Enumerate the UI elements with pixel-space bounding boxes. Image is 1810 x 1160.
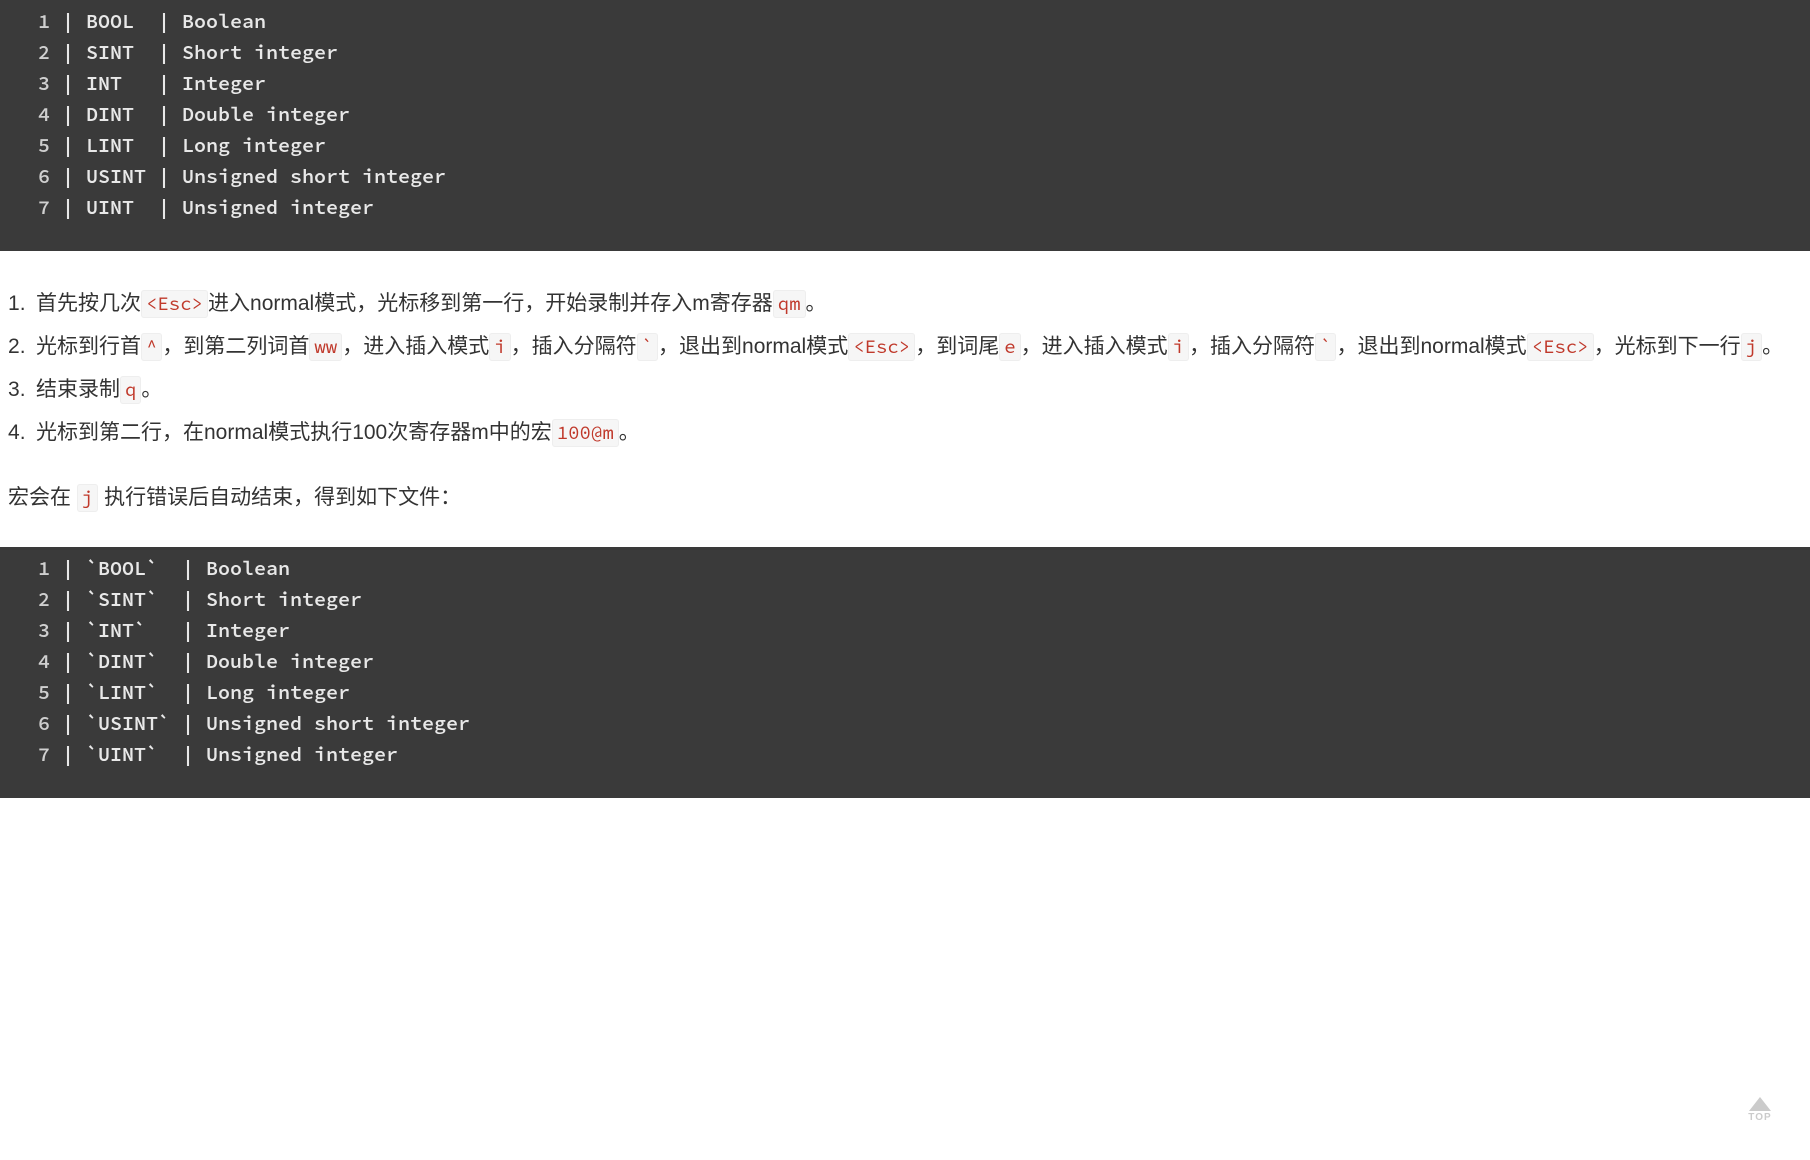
key-code: e <box>999 333 1020 361</box>
key-code: q <box>120 376 141 404</box>
line-number: 2 <box>0 584 62 615</box>
line-number: 5 <box>0 130 62 161</box>
code-text: | `LINT` | Long integer <box>62 677 1810 708</box>
code-text: | `USINT` | Unsigned short integer <box>62 708 1810 739</box>
code-line: 1| `BOOL` | Boolean <box>0 553 1810 584</box>
line-number: 1 <box>0 553 62 584</box>
key-code: i <box>489 333 510 361</box>
step-item: 首先按几次<Esc>进入normal模式，光标移到第一行，开始录制并存入m寄存器… <box>8 285 1802 324</box>
line-number: 6 <box>0 708 62 739</box>
code-text: | `INT` | Integer <box>62 615 1810 646</box>
code-block-before: 1| BOOL | Boolean2| SINT | Short integer… <box>0 0 1810 251</box>
code-text: | `SINT` | Short integer <box>62 584 1810 615</box>
key-code: i <box>1168 333 1189 361</box>
code-text: | SINT | Short integer <box>62 37 1810 68</box>
code-text: | `UINT` | Unsigned integer <box>62 739 1810 770</box>
key-code: ww <box>309 333 342 361</box>
back-to-top-button[interactable]: TOP <box>1738 1090 1782 1134</box>
text-run: ，到词尾 <box>915 335 999 358</box>
line-number: 4 <box>0 99 62 130</box>
key-code: <Esc> <box>1527 333 1594 361</box>
line-number: 6 <box>0 161 62 192</box>
steps-list: 首先按几次<Esc>进入normal模式，光标移到第一行，开始录制并存入m寄存器… <box>8 285 1802 452</box>
text-run: ，退出到normal模式 <box>1336 335 1526 358</box>
code-line: 7| `UINT` | Unsigned integer <box>0 739 1810 770</box>
step-item: 光标到第二行，在normal模式执行100次寄存器m中的宏100@m。 <box>8 414 1802 453</box>
text-run: 。 <box>619 421 640 444</box>
code-text: | LINT | Long integer <box>62 130 1810 161</box>
code-line: 5| `LINT` | Long integer <box>0 677 1810 708</box>
text-run: ，到第二列词首 <box>162 335 309 358</box>
code-text: | DINT | Double integer <box>62 99 1810 130</box>
code-text: | `DINT` | Double integer <box>62 646 1810 677</box>
text-run: 结束录制 <box>36 378 120 401</box>
code-text: | BOOL | Boolean <box>62 6 1810 37</box>
key-code: qm <box>773 290 806 318</box>
code-text: | USINT | Unsigned short integer <box>62 161 1810 192</box>
line-number: 1 <box>0 6 62 37</box>
code-text: | INT | Integer <box>62 68 1810 99</box>
text-run: 。 <box>1762 335 1783 358</box>
text-run: ，退出到normal模式 <box>658 335 848 358</box>
code-line: 4| `DINT` | Double integer <box>0 646 1810 677</box>
key-code: <Esc> <box>141 290 208 318</box>
line-number: 3 <box>0 68 62 99</box>
text-run: 首先按几次 <box>36 292 141 315</box>
text-run: ，插入分隔符 <box>1189 335 1315 358</box>
text-run: 。 <box>806 292 827 315</box>
line-number: 7 <box>0 739 62 770</box>
line-number: 2 <box>0 37 62 68</box>
key-code: ` <box>637 333 658 361</box>
code-line: 2| `SINT` | Short integer <box>0 584 1810 615</box>
code-line: 1| BOOL | Boolean <box>0 6 1810 37</box>
key-code: j <box>77 484 98 512</box>
code-line: 7| UINT | Unsigned integer <box>0 192 1810 223</box>
text-run: 执行错误后自动结束，得到如下文件： <box>98 486 461 509</box>
code-line: 4| DINT | Double integer <box>0 99 1810 130</box>
code-line: 6| `USINT` | Unsigned short integer <box>0 708 1810 739</box>
step-item: 光标到行首^，到第二列词首ww，进入插入模式i，插入分隔符`，退出到normal… <box>8 328 1802 367</box>
text-run: ，进入插入模式 <box>342 335 489 358</box>
text-run: ，光标到下一行 <box>1594 335 1741 358</box>
key-code: 100@m <box>552 419 619 447</box>
line-number: 3 <box>0 615 62 646</box>
text-run: 宏会在 <box>8 486 77 509</box>
after-paragraph: 宏会在 j 执行错误后自动结束，得到如下文件： <box>8 480 1802 517</box>
code-line: 3| `INT` | Integer <box>0 615 1810 646</box>
code-text: | UINT | Unsigned integer <box>62 192 1810 223</box>
text-run: 光标到第二行，在normal模式执行100次寄存器m中的宏 <box>36 421 552 444</box>
key-code: ` <box>1315 333 1336 361</box>
code-line: 3| INT | Integer <box>0 68 1810 99</box>
key-code: ^ <box>141 333 162 361</box>
text-run: 进入normal模式，光标移到第一行，开始录制并存入m寄存器 <box>208 292 773 315</box>
code-block-after: 1| `BOOL` | Boolean2| `SINT` | Short int… <box>0 547 1810 798</box>
text-run: 。 <box>141 378 162 401</box>
key-code: j <box>1741 333 1762 361</box>
text-run: ，插入分隔符 <box>511 335 637 358</box>
back-to-top-label: TOP <box>1748 1109 1771 1127</box>
code-line: 2| SINT | Short integer <box>0 37 1810 68</box>
code-line: 6| USINT | Unsigned short integer <box>0 161 1810 192</box>
line-number: 4 <box>0 646 62 677</box>
text-run: 光标到行首 <box>36 335 141 358</box>
prose-section: 首先按几次<Esc>进入normal模式，光标移到第一行，开始录制并存入m寄存器… <box>0 251 1810 547</box>
line-number: 5 <box>0 677 62 708</box>
step-item: 结束录制q。 <box>8 371 1802 410</box>
key-code: <Esc> <box>848 333 915 361</box>
line-number: 7 <box>0 192 62 223</box>
code-text: | `BOOL` | Boolean <box>62 553 1810 584</box>
text-run: ，进入插入模式 <box>1021 335 1168 358</box>
code-line: 5| LINT | Long integer <box>0 130 1810 161</box>
